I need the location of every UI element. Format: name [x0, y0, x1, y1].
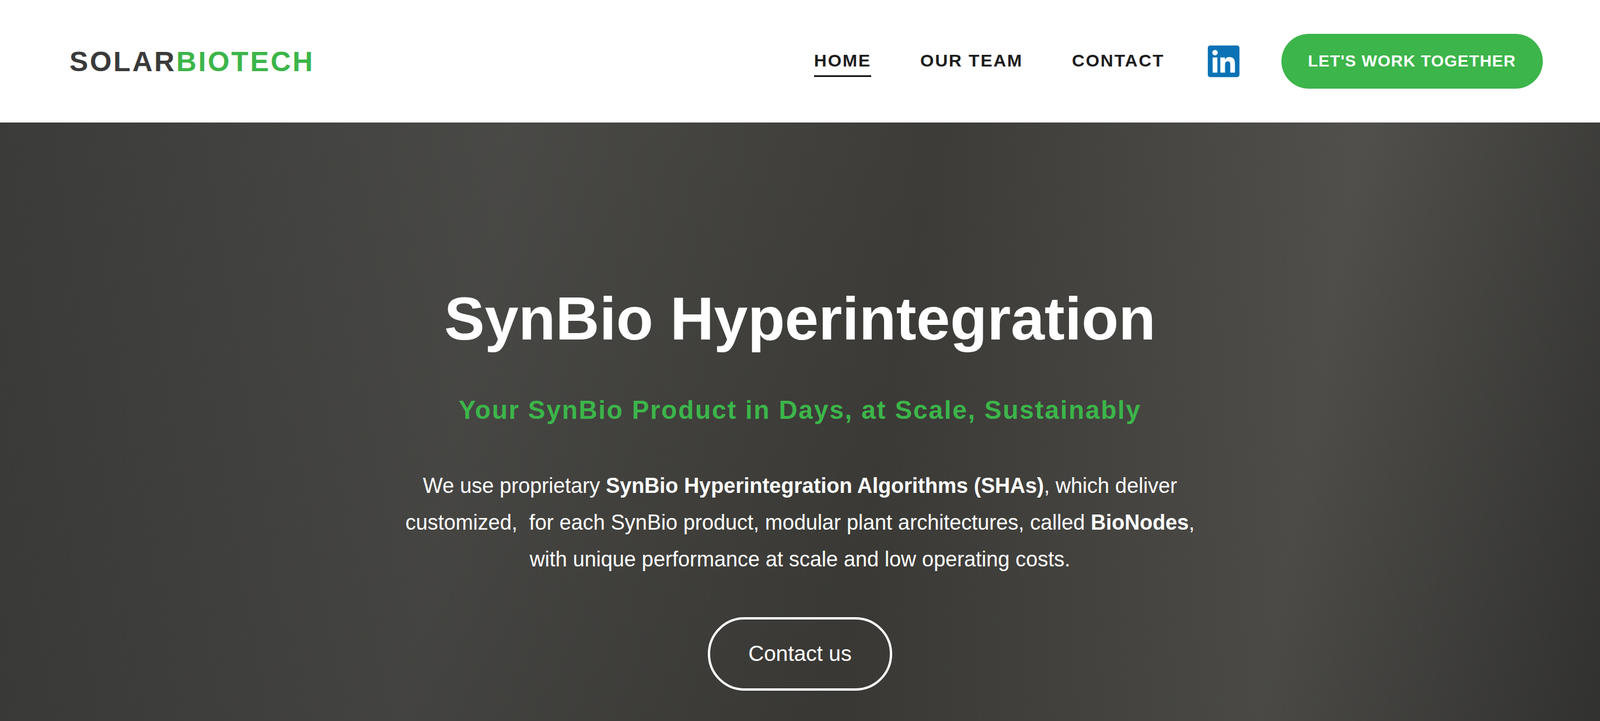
contact-button[interactable]: Contact us [707, 617, 893, 691]
cta-button[interactable]: LET'S WORK TOGETHER [1281, 33, 1543, 89]
paragraph-segment: SynBio Hyperintegration Algorithms (SHAs… [605, 473, 1044, 498]
hero-title: SynBio Hyperintegration [444, 281, 1156, 356]
nav: HOME OUR TEAM CONTACT LET'S WORK TOGETHER [814, 33, 1543, 89]
page: SOLARBIOTECH HOME OUR TEAM CONTACT LET'S WOR… [0, 0, 1600, 721]
hero-paragraph: We use proprietary SynBio Hyperintegrati… [385, 467, 1215, 578]
header: SOLARBIOTECH HOME OUR TEAM CONTACT LET'S WOR… [0, 0, 1600, 123]
nav-item[interactable]: OUR TEAM [920, 46, 1023, 78]
nav-item[interactable]: CONTACT [1071, 46, 1165, 78]
logo[interactable]: SOLARBIOTECH [69, 45, 315, 78]
logo-dark: SOLAR [69, 45, 177, 78]
paragraph-segment: BioNodes [1090, 510, 1189, 535]
nav-item[interactable]: HOME [814, 46, 872, 78]
linkedin-icon[interactable] [1205, 43, 1242, 80]
hero-subtitle: Your SynBio Product in Days, at Scale, S… [458, 393, 1142, 427]
paragraph-segment: We use proprietary [423, 473, 606, 498]
logo-accent: BIOTECH [176, 45, 315, 78]
hero: SynBio Hyperintegration Your SynBio Produ… [0, 122, 1600, 721]
